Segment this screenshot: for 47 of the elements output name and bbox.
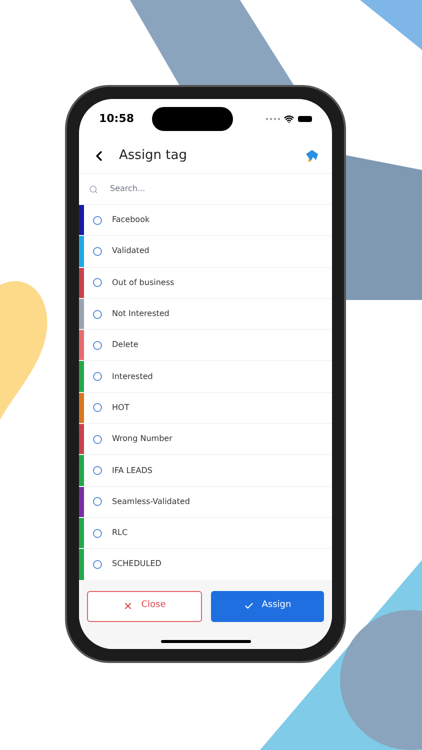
- radio-button[interactable]: [93, 403, 102, 412]
- radio-button[interactable]: [93, 434, 102, 444]
- radio-button[interactable]: [93, 528, 102, 538]
- page-title: Assign tag: [119, 147, 187, 166]
- radio-button[interactable]: [93, 466, 102, 476]
- tag-label: Seamless-Validated: [112, 496, 190, 508]
- close-button[interactable]: Close: [87, 590, 202, 622]
- search-field[interactable]: Search...: [110, 183, 322, 195]
- tag-label: Interested: [112, 370, 153, 383]
- radio-button[interactable]: [93, 340, 102, 350]
- radio-button[interactable]: [93, 278, 102, 288]
- assign-button[interactable]: Assign: [211, 590, 324, 622]
- battery-icon: [298, 116, 312, 122]
- tag-row[interactable]: Wrong Number: [79, 424, 332, 456]
- tag-label: Delete: [112, 339, 138, 352]
- tag-row[interactable]: Facebook: [79, 205, 332, 236]
- radio-button[interactable]: [93, 310, 102, 319]
- tag-label: Not Interested: [112, 308, 170, 320]
- close-icon: [123, 601, 134, 612]
- tag-row[interactable]: Interested: [79, 361, 332, 393]
- search-icon: [89, 184, 98, 194]
- tag-label: Wrong Number: [112, 433, 172, 446]
- radio-button[interactable]: [93, 372, 102, 382]
- tag-row[interactable]: Delete: [79, 330, 332, 362]
- radio-button[interactable]: [93, 560, 102, 569]
- wifi-icon: [284, 114, 294, 124]
- tag-row[interactable]: Validated: [79, 236, 332, 268]
- background-shape: [360, 0, 422, 50]
- tag-row[interactable]: Out of business: [79, 268, 332, 299]
- tag-row[interactable]: IFA LEADS: [79, 455, 332, 487]
- tag-label: IFA LEADS: [112, 464, 152, 477]
- tag-row[interactable]: HOT: [79, 392, 332, 424]
- check-icon: [244, 601, 254, 612]
- tag-row[interactable]: RLC: [79, 518, 332, 550]
- tag-row[interactable]: Not Interested: [79, 298, 332, 330]
- tag-label: RLC: [112, 527, 128, 540]
- tag-label: Facebook: [112, 214, 150, 226]
- tag-label: SCHEDULED: [112, 558, 162, 570]
- radio-button[interactable]: [93, 216, 102, 225]
- tag-label: Out of business: [112, 276, 174, 289]
- tag-row[interactable]: Seamless-Validated: [79, 486, 332, 518]
- radio-button[interactable]: [93, 246, 102, 256]
- status-time: 10:58: [99, 110, 134, 127]
- tag-label: Validated: [112, 245, 150, 258]
- app-logo-icon: [304, 148, 320, 164]
- tag-label: HOT: [112, 402, 130, 414]
- radio-button[interactable]: [93, 497, 102, 506]
